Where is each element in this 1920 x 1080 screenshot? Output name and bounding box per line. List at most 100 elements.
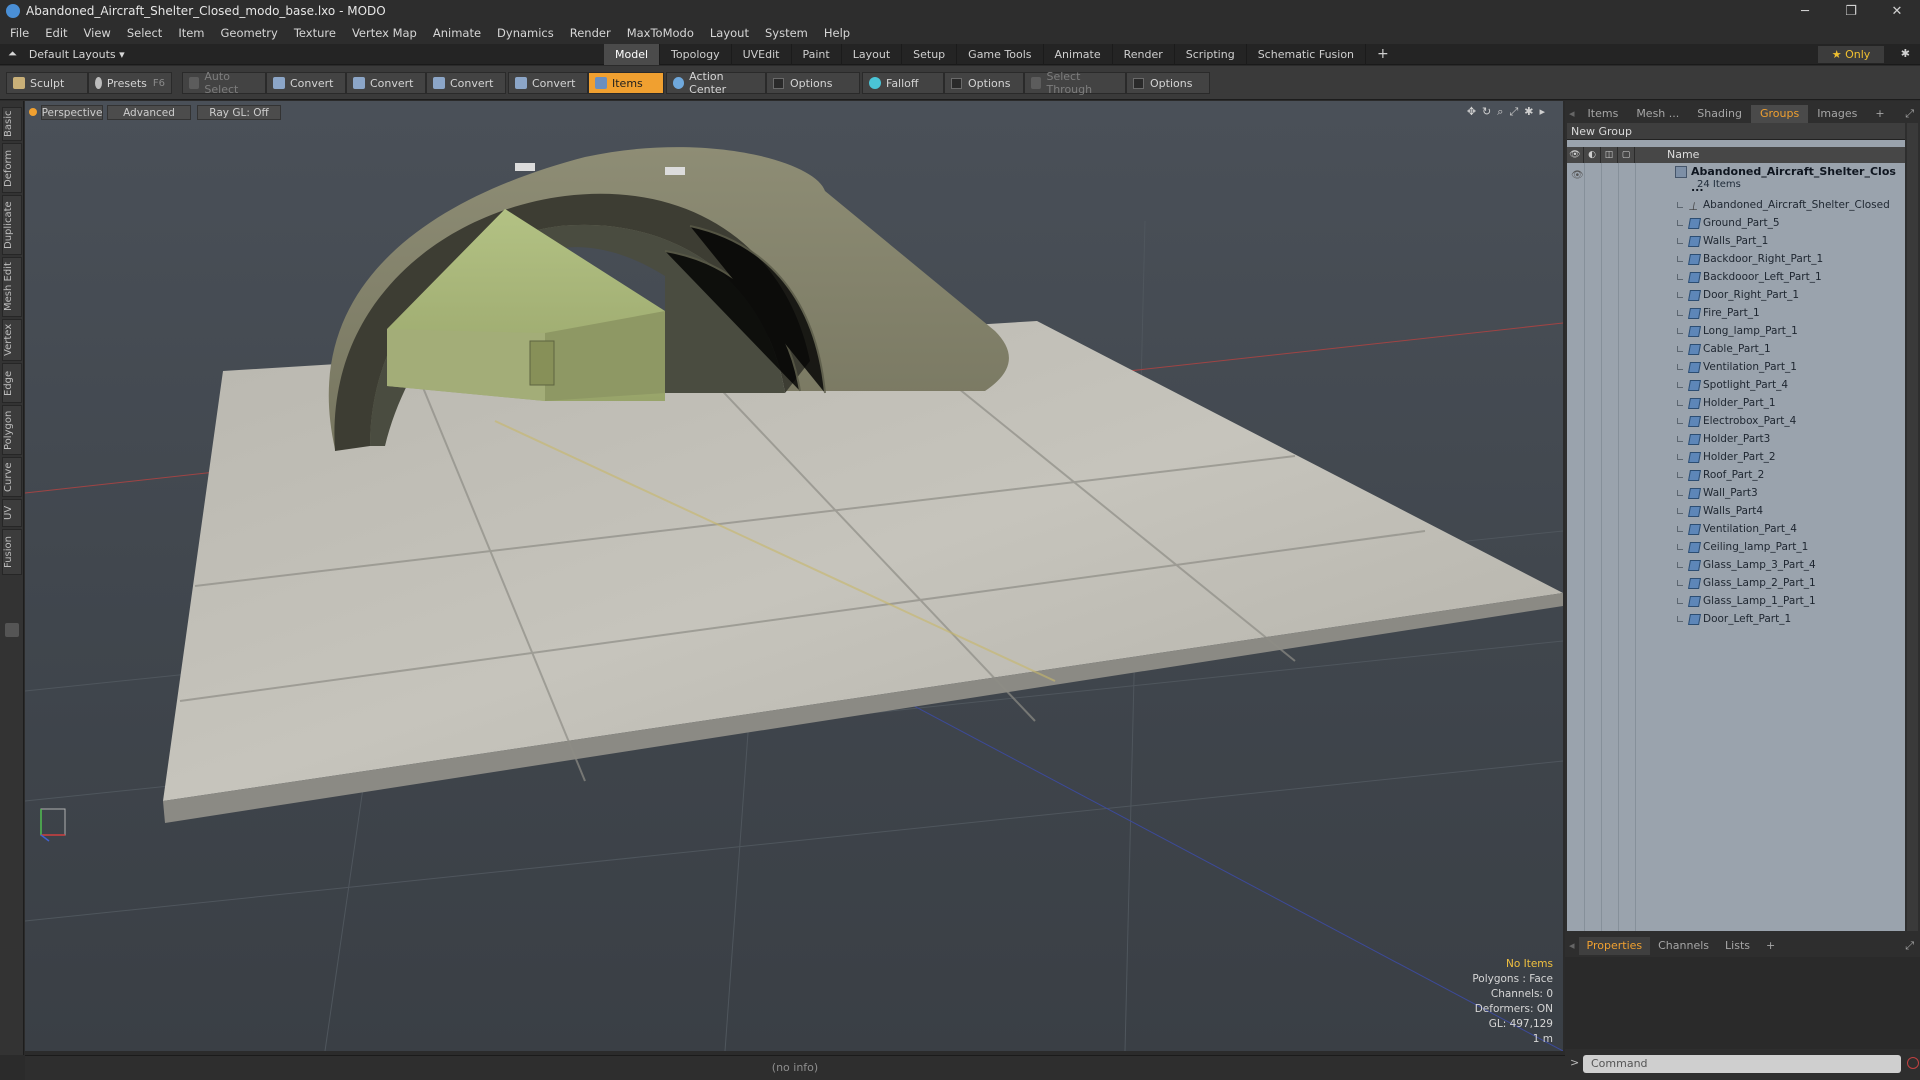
action-center-options-button[interactable]: Options: [766, 72, 860, 94]
select-column-icon[interactable]: ▢: [1618, 147, 1635, 163]
menu-edit[interactable]: Edit: [45, 26, 67, 40]
fit-icon[interactable]: ⤢: [1509, 105, 1518, 119]
tab-paint[interactable]: Paint: [792, 44, 842, 65]
close-button[interactable]: ✕: [1874, 0, 1920, 22]
tab-groups[interactable]: Groups: [1750, 105, 1809, 123]
palette-tab-deform[interactable]: Deform: [2, 143, 22, 193]
menu-vertex-map[interactable]: Vertex Map: [352, 26, 417, 40]
add-panel-tab-button[interactable]: +: [1866, 105, 1893, 123]
palette-tab-basic[interactable]: Basic: [2, 107, 22, 141]
group-visibility-icon[interactable]: 👁: [1571, 170, 1584, 181]
tab-scripting[interactable]: Scripting: [1175, 44, 1247, 65]
tab-channels[interactable]: Channels: [1650, 937, 1717, 955]
tab-uvedit[interactable]: UVEdit: [732, 44, 792, 65]
menu-help[interactable]: Help: [824, 26, 850, 40]
palette-tab-curve[interactable]: Curve: [2, 457, 22, 497]
list-item[interactable]: Ventilation_Part_1: [1567, 358, 1905, 376]
list-item[interactable]: Glass_Lamp_2_Part_1: [1567, 574, 1905, 592]
falloff-options-button[interactable]: Options: [944, 72, 1024, 94]
palette-toggle-icon[interactable]: [5, 623, 19, 637]
3d-viewport[interactable]: Perspective Advanced Ray GL: Off ✥ ↻ ⌕ ⤢…: [25, 101, 1563, 1051]
list-item[interactable]: Holder_Part_2: [1567, 448, 1905, 466]
render-column-icon[interactable]: ◐: [1584, 147, 1601, 163]
tab-schematic-fusion[interactable]: Schematic Fusion: [1247, 44, 1367, 65]
list-item[interactable]: Walls_Part_1: [1567, 232, 1905, 250]
props-grip-icon[interactable]: ◂: [1565, 937, 1579, 955]
menu-geometry[interactable]: Geometry: [221, 26, 278, 40]
maximize-button[interactable]: ❐: [1828, 0, 1874, 22]
tab-layout[interactable]: Layout: [842, 44, 903, 65]
zoom-icon[interactable]: ⌕: [1497, 105, 1503, 119]
palette-tab-duplicate[interactable]: Duplicate: [2, 195, 22, 255]
action-center-button[interactable]: Action Center: [666, 70, 766, 96]
group-row[interactable]: 👁 Abandoned_Aircraft_Shelter_Clos ... 24…: [1567, 164, 1905, 194]
palette-tab-fusion[interactable]: Fusion: [2, 529, 22, 575]
new-group-button[interactable]: New Group: [1567, 123, 1905, 140]
items-mode-button[interactable]: Items: [588, 72, 664, 94]
lock-column-icon[interactable]: ◫: [1601, 147, 1618, 163]
list-item[interactable]: Holder_Part3: [1567, 430, 1905, 448]
list-item[interactable]: Long_lamp_Part_1: [1567, 322, 1905, 340]
select-through-options-button[interactable]: Options: [1126, 72, 1210, 94]
list-item[interactable]: Cable_Part_1: [1567, 340, 1905, 358]
falloff-button[interactable]: Falloff: [862, 72, 944, 94]
menu-layout[interactable]: Layout: [710, 26, 749, 40]
palette-tab-mesh-edit[interactable]: Mesh Edit: [2, 257, 22, 317]
add-tab-button[interactable]: +: [1366, 44, 1400, 65]
layout-collapse-icon[interactable]: ⏶: [8, 47, 17, 61]
only-toggle[interactable]: ★ Only: [1818, 46, 1884, 63]
menu-item[interactable]: Item: [178, 26, 204, 40]
list-item[interactable]: Backdoor_Right_Part_1: [1567, 250, 1905, 268]
list-item[interactable]: Spotlight_Part_4: [1567, 376, 1905, 394]
menu-animate[interactable]: Animate: [433, 26, 481, 40]
tab-mesh[interactable]: Mesh ...: [1627, 105, 1688, 123]
convert-vertices-button[interactable]: Convert: [266, 72, 346, 94]
panel-grip-icon[interactable]: ◂: [1565, 105, 1579, 123]
select-through-options-checkbox[interactable]: [1133, 77, 1144, 89]
groups-list-scrollbar[interactable]: [1907, 123, 1918, 931]
menu-maxtomodo[interactable]: MaxToModo: [627, 26, 694, 40]
convert-polygons-button[interactable]: Convert: [426, 72, 506, 94]
visibility-column-icon[interactable]: 👁: [1567, 147, 1584, 163]
tab-game-tools[interactable]: Game Tools: [957, 44, 1044, 65]
palette-tab-polygon[interactable]: Polygon: [2, 405, 22, 455]
raygl-button[interactable]: Ray GL: Off: [197, 105, 281, 120]
tab-lists[interactable]: Lists: [1717, 937, 1758, 955]
menu-render[interactable]: Render: [570, 26, 611, 40]
pan-icon[interactable]: ✥: [1467, 105, 1476, 119]
rotate-icon[interactable]: ↻: [1482, 105, 1491, 119]
palette-tab-edge[interactable]: Edge: [2, 363, 22, 403]
list-item[interactable]: Door_Right_Part_1: [1567, 286, 1905, 304]
convert-items-button[interactable]: Convert: [508, 72, 588, 94]
panel-expand-icon[interactable]: ⤢: [1899, 105, 1920, 123]
tab-items[interactable]: Items: [1579, 105, 1628, 123]
list-item[interactable]: Ventilation_Part_4: [1567, 520, 1905, 538]
menu-system[interactable]: System: [765, 26, 808, 40]
menu-texture[interactable]: Texture: [294, 26, 336, 40]
select-through-button[interactable]: Select Through: [1024, 70, 1126, 96]
tab-properties[interactable]: Properties: [1578, 937, 1651, 955]
tab-animate[interactable]: Animate: [1044, 44, 1113, 65]
convert-edges-button[interactable]: Convert: [346, 72, 426, 94]
add-props-tab-button[interactable]: +: [1758, 937, 1783, 955]
viewport-more-icon[interactable]: ▸: [1539, 105, 1545, 119]
list-item[interactable]: Wall_Part3: [1567, 484, 1905, 502]
list-item[interactable]: Glass_Lamp_1_Part_1: [1567, 592, 1905, 610]
view-type-button[interactable]: Perspective: [41, 105, 103, 120]
options-checkbox[interactable]: [773, 77, 784, 89]
list-item[interactable]: Door_Left_Part_1: [1567, 610, 1905, 628]
layout-selector[interactable]: Default Layouts ▾: [29, 48, 125, 61]
presets-button[interactable]: Presets F6: [88, 72, 172, 94]
viewport-settings-icon[interactable]: ✱: [1524, 105, 1533, 119]
palette-tab-vertex[interactable]: Vertex: [2, 319, 22, 361]
sculpt-button[interactable]: Sculpt: [6, 72, 88, 94]
minimize-button[interactable]: ─: [1782, 0, 1828, 22]
tab-setup[interactable]: Setup: [902, 44, 958, 65]
menu-view[interactable]: View: [84, 26, 111, 40]
list-item[interactable]: Glass_Lamp_3_Part_4: [1567, 556, 1905, 574]
list-item[interactable]: Fire_Part_1: [1567, 304, 1905, 322]
falloff-options-checkbox[interactable]: [951, 77, 962, 89]
props-expand-icon[interactable]: ⤢: [1899, 937, 1920, 955]
menu-file[interactable]: File: [10, 26, 29, 40]
tab-images[interactable]: Images: [1808, 105, 1866, 123]
